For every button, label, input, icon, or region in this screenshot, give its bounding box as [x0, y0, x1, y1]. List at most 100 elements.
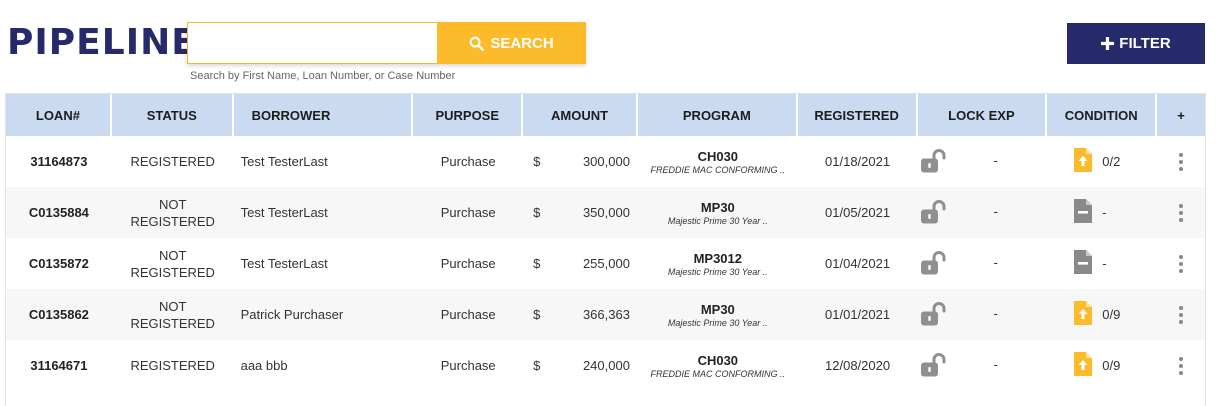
registered-date: 12/08/2020 [825, 358, 891, 373]
condition-count[interactable]: 0/2 [1102, 154, 1120, 169]
status-cell: NOT REGISTERED [112, 238, 234, 289]
program-code: MP3012 [693, 250, 742, 266]
row-menu-cell [1157, 136, 1205, 187]
program-cell: MP3012 Majestic Prime 30 Year .. [638, 238, 798, 289]
kebab-menu-icon[interactable] [1179, 203, 1184, 222]
page-title: PIPELINE [7, 22, 197, 63]
currency-symbol: $ [533, 358, 541, 373]
table-row[interactable]: 31164671 REGISTERED aaa bbb Purchase $ 2… [6, 340, 1205, 391]
condition-count[interactable]: 0/9 [1102, 358, 1120, 373]
column-header-borrower[interactable]: BORROWER [234, 94, 414, 136]
lock-cell: - [917, 238, 1047, 289]
upload-document-icon[interactable] [1074, 301, 1093, 328]
loan-purpose: Purchase [440, 256, 496, 271]
column-header-purpose[interactable]: PURPOSE [413, 94, 524, 136]
table-row[interactable]: C0135862 NOT REGISTERED Patrick Purchase… [6, 289, 1205, 340]
loan-purpose: Purchase [440, 154, 496, 169]
search-button[interactable]: SEARCH [437, 22, 586, 64]
program-description: Majestic Prime 30 Year .. [667, 266, 768, 277]
kebab-menu-icon[interactable] [1179, 356, 1184, 375]
column-header-lock-exp[interactable]: LOCK EXP [918, 94, 1048, 136]
amount-value: 366,363 [582, 307, 630, 322]
loan-amount: $ 350,000 [523, 187, 638, 238]
lock-expiration: - [993, 153, 998, 168]
row-menu-cell [1157, 289, 1205, 340]
borrower-name: Test TesterLast [240, 154, 328, 169]
program-code: MP30 [700, 301, 735, 317]
column-header-amount[interactable]: AMOUNT [523, 94, 638, 136]
table-row[interactable]: C0135884 NOT REGISTERED Test TesterLast … [6, 187, 1205, 238]
registered-date: 01/05/2021 [825, 205, 891, 220]
document-icon[interactable] [1074, 250, 1093, 277]
program-cell: MP30 Majestic Prime 30 Year .. [638, 289, 798, 340]
amount-value: 350,000 [582, 205, 630, 220]
kebab-menu-icon[interactable] [1179, 305, 1184, 324]
currency-symbol: $ [533, 154, 541, 169]
upload-document-icon[interactable] [1074, 148, 1093, 175]
condition-cell: 0/9 [1047, 289, 1157, 340]
lock-expiration: - [993, 357, 998, 372]
unlock-icon[interactable] [920, 302, 948, 331]
condition-cell: - [1047, 187, 1157, 238]
condition-cell: 0/9 [1047, 340, 1157, 391]
currency-symbol: $ [533, 256, 541, 271]
loan-purpose: Purchase [440, 358, 496, 373]
document-icon[interactable] [1074, 199, 1093, 226]
upload-document-icon[interactable] [1074, 352, 1093, 379]
column-header-program[interactable]: PROGRAM [638, 94, 798, 136]
row-menu-cell [1157, 238, 1205, 289]
unlock-icon[interactable] [920, 149, 948, 178]
loan-purpose: Purchase [440, 205, 496, 220]
loan-number[interactable]: 31164671 [6, 340, 112, 391]
search-input[interactable] [187, 22, 437, 64]
status-text: REGISTERED [130, 358, 215, 373]
loan-number[interactable]: C0135872 [6, 238, 112, 289]
loan-amount: $ 366,363 [523, 289, 638, 340]
table-row[interactable]: 31164873 REGISTERED Test TesterLast Purc… [6, 136, 1205, 187]
unlock-icon[interactable] [920, 200, 948, 229]
program-description: Majestic Prime 30 Year .. [667, 317, 768, 328]
pipeline-table: LOAN# STATUS BORROWER PURPOSE AMOUNT PRO… [5, 93, 1206, 406]
lock-expiration: - [993, 306, 998, 321]
status-cell: REGISTERED [112, 136, 234, 187]
column-header-condition[interactable]: CONDITION [1047, 94, 1158, 136]
status-text: REGISTERED [130, 264, 215, 280]
column-header-registered[interactable]: REGISTERED [798, 94, 918, 136]
registered-date: 01/01/2021 [825, 307, 891, 322]
program-cell: MP30 Majestic Prime 30 Year .. [638, 187, 798, 238]
loan-purpose: Purchase [440, 307, 496, 322]
status-cell: REGISTERED [112, 340, 234, 391]
condition-count[interactable]: - [1102, 256, 1106, 271]
filter-button-label: FILTER [1119, 35, 1171, 52]
status-text: REGISTERED [130, 213, 215, 229]
program-code: CH030 [697, 352, 739, 368]
filter-button[interactable]: FILTER [1067, 23, 1205, 64]
loan-number[interactable]: C0135884 [6, 187, 112, 238]
unlock-icon[interactable] [920, 251, 948, 280]
table-row[interactable]: C0135872 NOT REGISTERED Test TesterLast … [6, 238, 1205, 289]
amount-value: 255,000 [582, 256, 630, 271]
loan-amount: $ 240,000 [523, 340, 638, 391]
lock-cell: - [917, 136, 1047, 187]
program-cell: CH030 FREDDIE MAC CONFORMING .. [638, 136, 798, 187]
kebab-menu-icon[interactable] [1179, 254, 1184, 273]
search-hint: Search by First Name, Loan Number, or Ca… [190, 70, 456, 82]
condition-count[interactable]: 0/9 [1102, 307, 1120, 322]
kebab-menu-icon[interactable] [1179, 152, 1184, 171]
column-header-loan[interactable]: LOAN# [6, 94, 112, 136]
loan-number[interactable]: C0135862 [6, 289, 112, 340]
status-text: NOT [158, 247, 187, 263]
condition-count[interactable]: - [1102, 205, 1106, 220]
registered-date: 01/18/2021 [825, 154, 891, 169]
row-menu-cell [1157, 187, 1205, 238]
add-column-button[interactable]: + [1157, 94, 1205, 136]
condition-cell: 0/2 [1047, 136, 1157, 187]
status-text: REGISTERED [130, 154, 215, 169]
program-description: FREDDIE MAC CONFORMING .. [650, 368, 786, 379]
lock-cell: - [917, 340, 1047, 391]
status-text: REGISTERED [130, 315, 215, 331]
column-header-status[interactable]: STATUS [112, 94, 234, 136]
loan-number[interactable]: 31164873 [6, 136, 112, 187]
unlock-icon[interactable] [920, 353, 948, 382]
lock-expiration: - [993, 255, 998, 270]
